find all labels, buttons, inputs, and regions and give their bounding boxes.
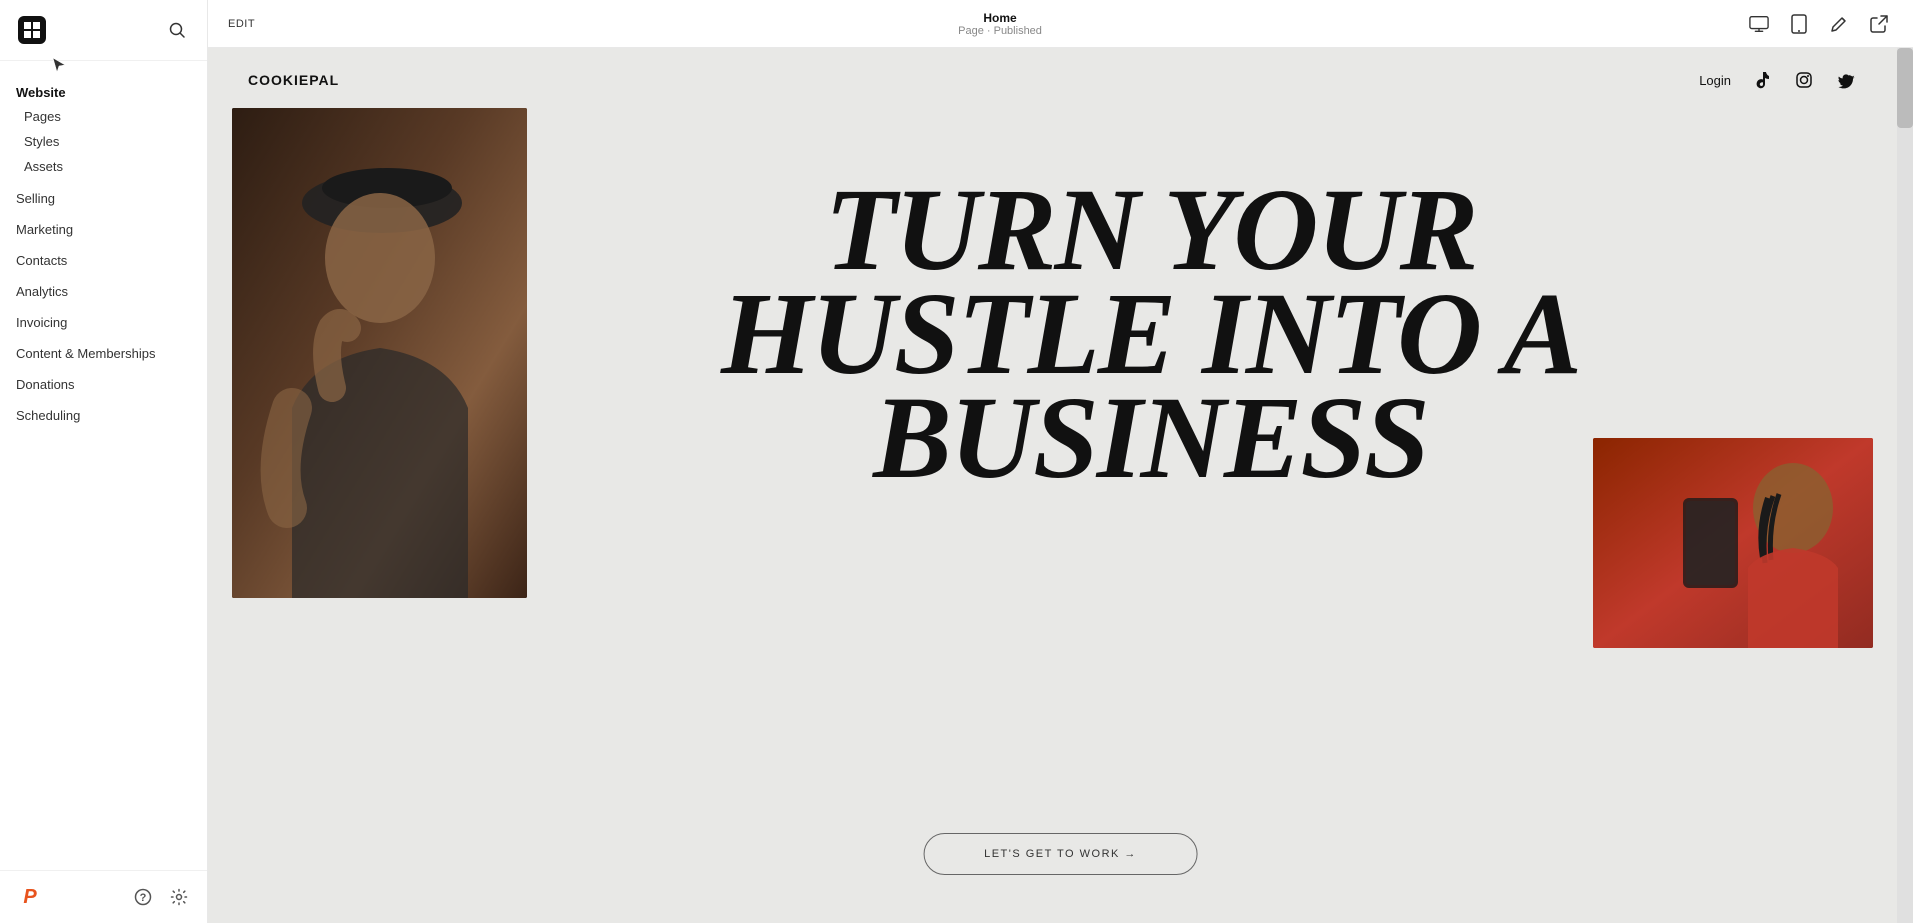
cta-button[interactable]: LET'S GET TO WORK → <box>923 833 1198 875</box>
squarespace-logo[interactable] <box>16 14 48 46</box>
site-logo: COOKIEPAL <box>248 72 339 88</box>
sidebar-item-assets[interactable]: Assets <box>0 154 207 179</box>
settings-button[interactable] <box>167 885 191 909</box>
sidebar-item-selling[interactable]: Selling <box>0 183 207 214</box>
nav-right: Login <box>1699 69 1857 91</box>
sidebar-item-website[interactable]: Website <box>0 81 207 104</box>
headline-line3: BUSINESS <box>448 386 1853 490</box>
nav-login[interactable]: Login <box>1699 73 1731 88</box>
sidebar: Website Pages Styles Assets Selling Mark… <box>0 0 208 923</box>
twitter-icon[interactable] <box>1835 69 1857 91</box>
page-title: Home <box>958 11 1042 25</box>
sidebar-item-styles[interactable]: Styles <box>0 129 207 154</box>
sidebar-footer: P ? <box>0 870 207 923</box>
scrollbar[interactable] <box>1897 48 1913 923</box>
preview-page: COOKIEPAL Login <box>208 48 1913 923</box>
website-section: Website Pages Styles Assets <box>0 69 207 183</box>
instagram-icon[interactable] <box>1793 69 1815 91</box>
sidebar-header <box>0 0 207 61</box>
sidebar-item-marketing[interactable]: Marketing <box>0 214 207 245</box>
cursor-indicator <box>50 56 70 76</box>
desktop-view-button[interactable] <box>1745 10 1773 38</box>
website-nav: COOKIEPAL Login <box>208 48 1897 112</box>
sidebar-item-pages[interactable]: Pages <box>0 104 207 129</box>
edit-mode-button[interactable] <box>1825 10 1853 38</box>
sidebar-item-analytics[interactable]: Analytics <box>0 276 207 307</box>
sidebar-navigation: Website Pages Styles Assets Selling Mark… <box>0 61 207 870</box>
topbar-right-controls <box>1745 10 1893 38</box>
scrollbar-thumb[interactable] <box>1897 48 1913 128</box>
page-status: Page · Published <box>958 25 1042 37</box>
sidebar-item-content-memberships[interactable]: Content & Memberships <box>0 338 207 369</box>
profile-logo[interactable]: P <box>16 883 44 911</box>
svg-text:?: ? <box>140 892 147 904</box>
hero-headline: TURN YOUR HUSTLE INTO A BUSINESS <box>448 178 1853 489</box>
help-button[interactable]: ? <box>131 885 155 909</box>
hero-text: TURN YOUR HUSTLE INTO A BUSINESS <box>448 178 1853 489</box>
tablet-view-button[interactable] <box>1785 10 1813 38</box>
edit-label: EDIT <box>228 18 255 30</box>
sidebar-item-donations[interactable]: Donations <box>0 369 207 400</box>
sidebar-item-invoicing[interactable]: Invoicing <box>0 307 207 338</box>
sidebar-item-scheduling[interactable]: Scheduling <box>0 400 207 431</box>
sidebar-bottom-icons: ? <box>131 885 191 909</box>
external-link-button[interactable] <box>1865 10 1893 38</box>
headline-line1: TURN YOUR <box>448 178 1853 282</box>
headline-line2: HUSTLE INTO A <box>448 282 1853 386</box>
sidebar-item-contacts[interactable]: Contacts <box>0 245 207 276</box>
main-content: COOKIEPAL Login <box>208 48 1913 923</box>
search-button[interactable] <box>163 16 191 44</box>
tiktok-icon[interactable] <box>1751 69 1773 91</box>
topbar-center: Home Page · Published <box>958 11 1042 37</box>
topbar: EDIT Home Page · Published <box>208 0 1913 48</box>
